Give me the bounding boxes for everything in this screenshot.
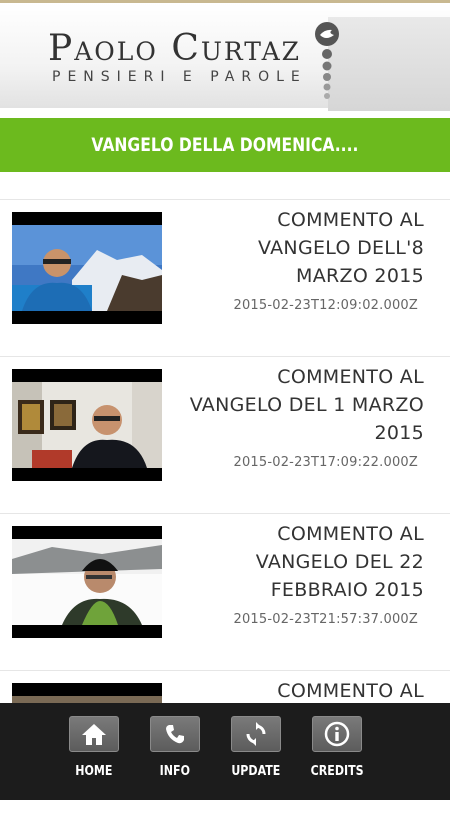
- video-thumbnail-image: [12, 539, 162, 625]
- home-icon[interactable]: [69, 716, 119, 752]
- bottom-navigation: HOME INFO UPDATE CREDITS: [0, 703, 450, 800]
- logo-subtitle: PENSIERI E PAROLE: [52, 69, 307, 85]
- video-thumbnail[interactable]: [12, 369, 162, 481]
- video-date: 2015-02-23T12:09:02.000Z: [233, 298, 418, 313]
- nav-credits-label: CREDITS: [310, 764, 364, 779]
- phone-icon[interactable]: [150, 716, 200, 752]
- video-title[interactable]: COMMENTO AL VANGELO DEL 1 MARZO 2015: [184, 363, 424, 447]
- nav-info-button[interactable]: INFO: [149, 716, 201, 779]
- video-title[interactable]: COMMENTO AL: [184, 677, 424, 705]
- video-thumbnail[interactable]: [12, 212, 162, 324]
- video-thumbnail-image: [12, 225, 162, 311]
- section-title: VANGELO DELLA DOMENICA....: [91, 134, 359, 156]
- nav-credits-button[interactable]: CREDITS: [311, 716, 363, 779]
- video-item[interactable]: COMMENTO AL VANGELO DELL'8 MARZO 2015 20…: [0, 199, 450, 356]
- video-title[interactable]: COMMENTO AL VANGELO DEL 22 FEBBRAIO 2015: [184, 520, 424, 604]
- video-thumbnail[interactable]: [12, 526, 162, 638]
- video-date: 2015-02-23T21:57:37.000Z: [233, 612, 418, 627]
- nav-home-label: HOME: [75, 764, 113, 779]
- video-thumbnail-image: [12, 382, 162, 468]
- section-header: VANGELO DELLA DOMENICA....: [0, 118, 450, 172]
- nav-info-label: INFO: [159, 764, 191, 779]
- nav-home-button[interactable]: HOME: [68, 716, 120, 779]
- info-icon[interactable]: [312, 716, 362, 752]
- video-date: 2015-02-23T17:09:22.000Z: [233, 455, 418, 470]
- nav-update-button[interactable]: UPDATE: [230, 716, 282, 779]
- video-item[interactable]: COMMENTO AL VANGELO DEL 22 FEBBRAIO 2015…: [0, 513, 450, 670]
- header-right-panel: [328, 17, 450, 111]
- logo-title: Paolo Curtaz: [48, 28, 302, 69]
- video-item[interactable]: COMMENTO AL VANGELO DEL 1 MARZO 2015 201…: [0, 356, 450, 513]
- app-header: Paolo Curtaz PENSIERI E PAROLE: [0, 3, 450, 111]
- nav-update-label: UPDATE: [231, 764, 281, 779]
- refresh-icon[interactable]: [231, 716, 281, 752]
- dove-logo-icon: [315, 22, 339, 99]
- video-title[interactable]: COMMENTO AL VANGELO DELL'8 MARZO 2015: [184, 206, 424, 290]
